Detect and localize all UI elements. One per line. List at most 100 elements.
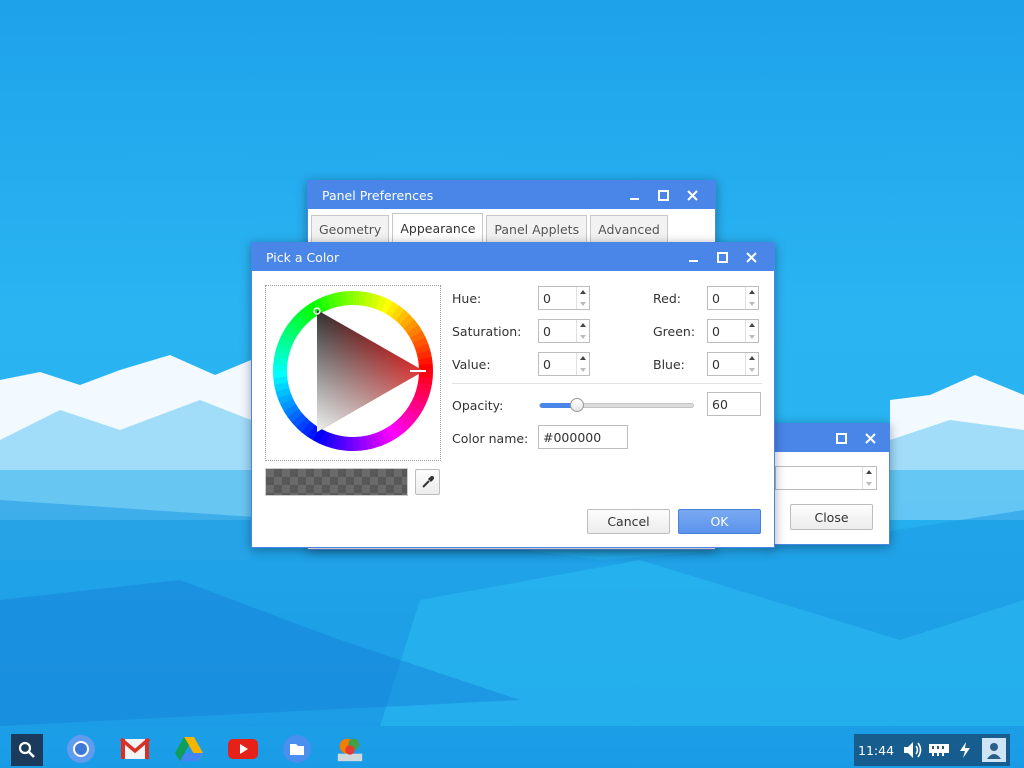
tab-appearance[interactable]: Appearance	[392, 213, 484, 243]
taskbar-files[interactable]	[282, 734, 312, 764]
taskbar-chromium[interactable]	[66, 734, 96, 764]
taskbar-drive[interactable]	[174, 734, 204, 764]
hue-label: Hue:	[452, 291, 482, 306]
launcher-search-button[interactable]	[11, 734, 43, 766]
maximize-button[interactable]	[827, 424, 856, 452]
taskbar-youtube[interactable]	[228, 734, 258, 764]
background-window-titlebar[interactable]	[771, 424, 889, 452]
maximize-icon	[836, 432, 847, 444]
close-window-button[interactable]	[737, 243, 766, 271]
decrement-arrow-icon[interactable]	[746, 331, 759, 342]
decrement-arrow-icon[interactable]	[577, 331, 590, 342]
hue-spinbox[interactable]: 0	[538, 286, 590, 310]
hue-ring-segment[interactable]	[273, 364, 288, 373]
gmail-icon	[120, 737, 150, 759]
eyedropper-icon	[421, 476, 434, 488]
decrement-arrow-icon[interactable]	[577, 298, 590, 309]
increment-arrow-icon[interactable]	[746, 320, 759, 331]
taskbar-paint[interactable]	[335, 734, 365, 764]
close-icon	[687, 189, 698, 201]
drive-icon	[175, 737, 203, 761]
red-value: 0	[712, 291, 720, 306]
close-button[interactable]: Close	[790, 504, 873, 530]
maximize-icon	[717, 251, 728, 263]
eyedropper-button[interactable]	[415, 469, 440, 495]
minimize-button[interactable]	[620, 181, 649, 209]
volume-button[interactable]	[902, 739, 924, 761]
green-label: Green:	[653, 324, 696, 339]
spin-arrows[interactable]	[862, 467, 876, 489]
close-window-button[interactable]	[856, 424, 885, 452]
decrement-arrow-icon[interactable]	[863, 478, 876, 489]
files-icon	[283, 735, 311, 763]
close-window-button[interactable]	[678, 181, 707, 209]
power-button[interactable]	[954, 739, 976, 761]
chromium-icon	[67, 735, 95, 763]
system-tray[interactable]: 11:44	[854, 734, 1010, 766]
tab-advanced[interactable]: Advanced	[590, 215, 668, 242]
volume-icon	[904, 742, 922, 758]
color-name-input[interactable]: #000000	[538, 425, 628, 449]
increment-arrow-icon[interactable]	[577, 320, 590, 331]
power-plug-icon	[960, 742, 970, 758]
hue-ring-segment[interactable]	[351, 291, 360, 306]
opacity-slider-handle[interactable]	[570, 398, 585, 412]
value-value: 0	[543, 357, 551, 372]
ethernet-icon	[929, 744, 949, 756]
tab-geometry[interactable]: Geometry	[311, 215, 390, 242]
value-label: Value:	[452, 357, 491, 372]
ok-button[interactable]: OK	[678, 509, 761, 534]
color-dialog-titlebar[interactable]: Pick a Color	[252, 243, 774, 271]
pick-a-color-dialog: Pick a Color Hue: 0 Saturation: 0 Value:…	[251, 242, 775, 548]
red-spinbox[interactable]: 0	[707, 286, 759, 310]
increment-arrow-icon[interactable]	[863, 467, 876, 478]
minimize-icon	[689, 259, 698, 262]
green-spinbox[interactable]: 0	[707, 319, 759, 343]
avatar-icon	[987, 743, 1001, 759]
user-avatar[interactable]	[982, 738, 1006, 762]
minimize-button[interactable]	[679, 243, 708, 271]
clock[interactable]: 11:44	[858, 743, 898, 758]
cancel-button[interactable]: Cancel	[587, 509, 670, 534]
increment-arrow-icon[interactable]	[577, 353, 590, 364]
red-label: Red:	[653, 291, 681, 306]
saturation-label: Saturation:	[452, 324, 522, 339]
taskbar-gmail[interactable]	[120, 734, 150, 764]
color-name-label: Color name:	[452, 431, 529, 446]
youtube-icon	[228, 739, 258, 759]
saturation-value: 0	[543, 324, 551, 339]
maximize-button[interactable]	[708, 243, 737, 271]
close-icon	[746, 251, 757, 263]
decrement-arrow-icon[interactable]	[746, 364, 759, 375]
background-window: Close	[770, 423, 890, 545]
decrement-arrow-icon[interactable]	[577, 364, 590, 375]
blue-label: Blue:	[653, 357, 685, 372]
blue-spinbox[interactable]: 0	[707, 352, 759, 376]
search-icon	[18, 741, 35, 758]
value-spinbox[interactable]: 0	[538, 352, 590, 376]
maximize-icon	[658, 189, 669, 201]
hue-ring-segment[interactable]	[346, 436, 355, 451]
increment-arrow-icon[interactable]	[746, 287, 759, 298]
saturation-spinbox[interactable]: 0	[538, 319, 590, 343]
green-value: 0	[712, 324, 720, 339]
paint-icon	[337, 738, 363, 762]
color-wheel[interactable]	[266, 286, 440, 460]
increment-arrow-icon[interactable]	[746, 353, 759, 364]
opacity-label: Opacity:	[452, 398, 504, 413]
color-wheel-area[interactable]	[265, 285, 441, 461]
divider	[452, 383, 762, 384]
tab-panel-applets[interactable]: Panel Applets	[486, 215, 588, 242]
color-preview-swatch	[265, 468, 408, 496]
panel-preferences-titlebar[interactable]: Panel Preferences	[308, 181, 715, 209]
hue-value: 0	[543, 291, 551, 306]
blue-value: 0	[712, 357, 720, 372]
maximize-button[interactable]	[649, 181, 678, 209]
increment-arrow-icon[interactable]	[577, 287, 590, 298]
decrement-arrow-icon[interactable]	[746, 298, 759, 309]
opacity-input[interactable]: 60	[707, 392, 761, 416]
network-button[interactable]	[928, 739, 950, 761]
background-window-spin-field[interactable]	[775, 466, 877, 490]
opacity-slider[interactable]	[539, 398, 694, 412]
minimize-icon	[630, 197, 639, 200]
